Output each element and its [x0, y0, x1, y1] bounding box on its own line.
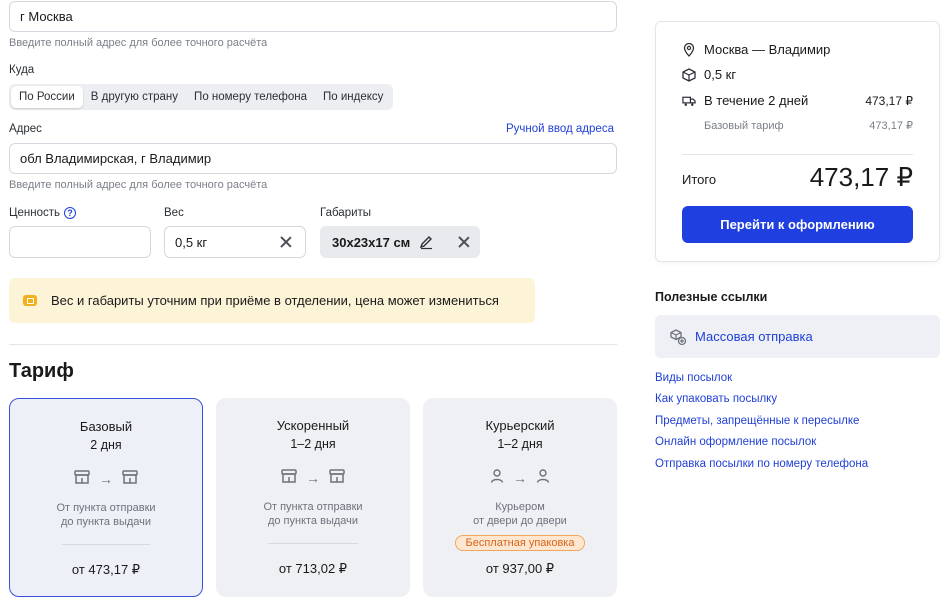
tariff-card-express[interactable]: Ускоренный 1–2 дня → От пункта отправки …: [216, 398, 410, 597]
summary-tariff-row: Базовый тариф 473,17 ₽: [704, 119, 913, 133]
arrow-right-icon: →: [99, 470, 113, 487]
tariff-name: Базовый: [79, 419, 133, 434]
manual-address-link[interactable]: Ручной ввод адреса: [506, 123, 614, 135]
mass-sending-link[interactable]: Массовая отправка: [655, 315, 940, 358]
from-address-hint: Введите полный адрес для более точного р…: [9, 37, 268, 49]
truck-icon: [682, 94, 696, 108]
tariff-desc-line2: до пункта выдачи: [60, 516, 152, 528]
value-label-text: Ценность: [9, 207, 61, 219]
tariff-name: Ускоренный: [276, 418, 350, 433]
tariff-price: от 473,17 ₽: [71, 562, 141, 577]
to-address-value: обл Владимирская, г Владимир: [20, 151, 212, 166]
route-icons: →: [10, 469, 202, 488]
link-prohibited-items[interactable]: Предметы, запрещённые к пересылке: [655, 415, 859, 427]
checkout-button[interactable]: Перейти к оформлению: [682, 206, 913, 243]
summary-delivery-row: В течение 2 дней 473,17 ₽: [682, 93, 913, 108]
declared-value-input[interactable]: [9, 226, 151, 258]
clear-size-icon[interactable]: [458, 236, 470, 248]
summary-weight-row: 0,5 кг: [682, 67, 913, 82]
summary-weight: 0,5 кг: [704, 67, 737, 82]
boxes-plus-icon: [669, 328, 687, 346]
order-summary-card: Москва — Владимир 0,5 кг В течение 2 дне…: [655, 21, 940, 262]
link-parcel-types[interactable]: Виды посылок: [655, 372, 732, 384]
arrow-right-icon: →: [513, 469, 527, 486]
pickup-point-icon: [280, 468, 298, 487]
tariff-name: Курьерский: [485, 418, 555, 433]
arrow-right-icon: →: [306, 469, 320, 486]
location-pin-icon: [682, 42, 696, 57]
summary-total-label: Итого: [682, 172, 717, 187]
clear-weight-icon[interactable]: [280, 236, 292, 248]
link-online-registration[interactable]: Онлайн оформление посылок: [655, 436, 816, 448]
to-label: Куда: [9, 64, 35, 76]
free-packaging-badge: Бесплатная упаковка: [455, 535, 585, 551]
value-label: Ценность ?: [9, 207, 77, 219]
summary-tariff-price: 473,17 ₽: [869, 120, 913, 132]
summary-delivery: В течение 2 дней: [704, 93, 809, 108]
weight-value: 0,5 кг: [175, 234, 208, 250]
tariff-card-basic[interactable]: Базовый 2 дня → От пункта отправки до пу…: [9, 398, 203, 597]
person-icon: [489, 468, 505, 487]
tariff-price: от 713,02 ₽: [278, 561, 348, 576]
help-icon[interactable]: ?: [64, 207, 77, 219]
tariff-description: Курьером от двери до двери: [423, 500, 617, 528]
tariff-desc-line1: От пункта отправки: [263, 501, 363, 513]
from-address-input[interactable]: г Москва: [9, 1, 617, 32]
tariff-description: От пункта отправки до пункта выдачи: [10, 501, 202, 529]
notice-text: Вес и габариты уточним при приёме в отде…: [51, 293, 499, 308]
link-send-by-phone[interactable]: Отправка посылки по номеру телефона: [655, 458, 868, 470]
summary-divider: [682, 154, 913, 155]
tariff-divider: [268, 543, 358, 544]
pickup-point-icon: [121, 469, 139, 488]
info-wallet-icon: [23, 295, 37, 306]
mass-sending-text: Массовая отправка: [695, 329, 813, 344]
tariff-desc-line1: Курьером: [495, 501, 545, 513]
tab-russia[interactable]: По России: [11, 86, 83, 108]
summary-delivery-price: 473,17 ₽: [865, 93, 913, 108]
tariff-description: От пункта отправки до пункта выдачи: [216, 500, 410, 528]
summary-route: Москва — Владимир: [704, 42, 831, 57]
tariff-card-courier[interactable]: Курьерский 1–2 дня → Курьером от двери д…: [423, 398, 617, 597]
size-value: 30х23х17 см: [332, 234, 411, 250]
summary-total: 473,17 ₽: [809, 162, 913, 192]
link-how-to-pack[interactable]: Как упаковать посылку: [655, 393, 777, 405]
address-label: Адрес: [9, 123, 42, 135]
pickup-point-icon: [328, 468, 346, 487]
tab-postcode[interactable]: По индексу: [315, 86, 391, 108]
tariff-days: 1–2 дня: [290, 437, 336, 451]
summary-route-row: Москва — Владимир: [682, 42, 913, 57]
size-chip[interactable]: 30х23х17 см: [320, 226, 480, 258]
tariff-price: от 937,00 ₽: [485, 561, 555, 576]
tab-other-country[interactable]: В другую страну: [83, 86, 186, 108]
tariff-desc-line2: до пункта выдачи: [267, 515, 359, 527]
to-address-hint: Введите полный адрес для более точного р…: [9, 179, 268, 191]
tab-phone-number[interactable]: По номеру телефона: [186, 86, 315, 108]
weight-label: Вес: [164, 207, 184, 219]
route-icons: →: [423, 468, 617, 487]
pickup-point-icon: [73, 469, 91, 488]
to-address-input[interactable]: обл Владимирская, г Владимир: [9, 143, 617, 174]
person-icon: [535, 468, 551, 487]
tariff-days: 1–2 дня: [497, 437, 543, 451]
section-divider: [9, 344, 617, 345]
route-icons: →: [216, 468, 410, 487]
tariff-divider: [62, 544, 150, 545]
size-label: Габариты: [320, 207, 372, 219]
tariff-desc-line1: От пункта отправки: [56, 502, 156, 514]
edit-size-icon[interactable]: [418, 234, 434, 250]
destination-type-tabs: По России В другую страну По номеру теле…: [9, 84, 394, 110]
useful-links-heading: Полезные ссылки: [655, 290, 768, 304]
tariff-days: 2 дня: [90, 438, 122, 452]
from-address-value: г Москва: [20, 9, 73, 24]
tariff-desc-line2: от двери до двери: [473, 515, 567, 527]
box-icon: [682, 67, 696, 82]
weight-notice: Вес и габариты уточним при приёме в отде…: [9, 278, 535, 323]
summary-tariff-name: Базовый тариф: [704, 119, 784, 132]
tariff-heading: Тариф: [9, 360, 74, 382]
